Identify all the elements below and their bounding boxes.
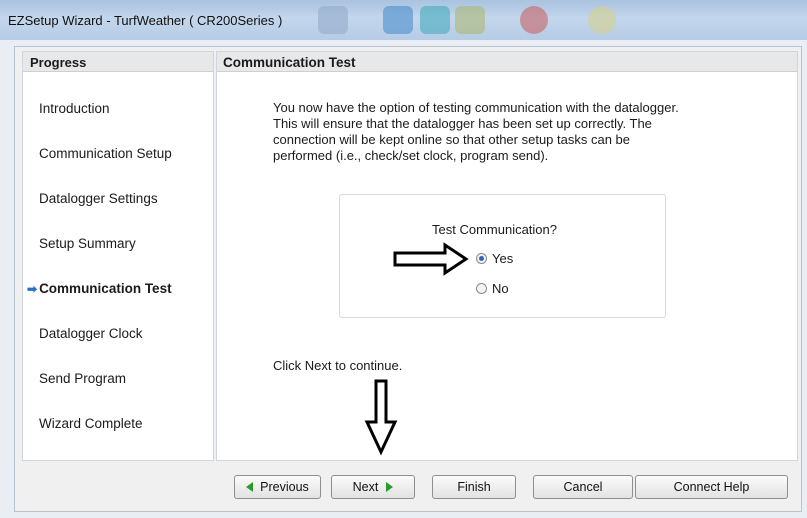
finish-button-label: Finish (457, 480, 491, 494)
cancel-button[interactable]: Cancel (533, 475, 633, 499)
radio-no[interactable]: No (476, 281, 509, 296)
previous-button[interactable]: Previous (234, 475, 321, 499)
step-title: Communication Test (217, 52, 797, 72)
progress-panel: Progress Introduction Communication Setu… (22, 51, 214, 461)
window-title: EZSetup Wizard - TurfWeather ( CR200Seri… (8, 13, 283, 28)
wizard-client-area: Progress Introduction Communication Setu… (14, 46, 802, 512)
test-communication-group: Test Communication? Yes No (339, 194, 666, 318)
previous-arrow-icon (246, 482, 254, 492)
radio-yes-indicator[interactable] (476, 253, 487, 264)
connect-help-button-label: Connect Help (673, 480, 750, 494)
progress-item-label: Communication Test (39, 281, 172, 296)
progress-item-label: Send Program (39, 371, 127, 386)
radio-yes-label: Yes (492, 251, 514, 266)
previous-button-label: Previous (260, 480, 309, 494)
continue-hint: Click Next to continue. (273, 358, 403, 373)
progress-item-label: Wizard Complete (39, 416, 143, 431)
next-button-label: Next (352, 480, 379, 494)
cancel-button-label: Cancel (563, 480, 603, 494)
taskbar-icon-blur (520, 6, 548, 34)
step-description: You now have the option of testing commu… (273, 100, 679, 163)
progress-item-datalogger-settings: Datalogger Settings (39, 191, 158, 206)
progress-item-communication-setup: Communication Setup (39, 146, 172, 161)
wizard-window: EZSetup Wizard - TurfWeather ( CR200Seri… (0, 0, 807, 518)
progress-item-setup-summary: Setup Summary (39, 236, 136, 251)
step-content-panel: Communication Test You now have the opti… (216, 51, 798, 461)
radio-no-indicator[interactable] (476, 283, 487, 294)
progress-item-label: Introduction (39, 101, 110, 116)
next-button[interactable]: Next (331, 475, 415, 499)
taskbar-icon-blur (420, 6, 450, 34)
progress-header: Progress (23, 52, 213, 72)
taskbar-icon-blur (455, 6, 485, 34)
current-step-arrow-icon: ➡ (27, 282, 38, 296)
test-communication-question: Test Communication? (432, 222, 557, 237)
taskbar-icon-blur (318, 6, 348, 34)
taskbar-icon-blur (588, 6, 616, 34)
progress-item-label: Communication Setup (39, 146, 172, 161)
taskbar-icon-blur (383, 6, 413, 34)
connect-help-button[interactable]: Connect Help (635, 475, 788, 499)
progress-item-label: Datalogger Settings (39, 191, 158, 206)
progress-item-wizard-complete: Wizard Complete (39, 416, 143, 431)
title-bar: EZSetup Wizard - TurfWeather ( CR200Seri… (0, 0, 807, 40)
progress-item-label: Setup Summary (39, 236, 136, 251)
progress-item-label: Datalogger Clock (39, 326, 143, 341)
progress-item-communication-test: ➡ Communication Test (27, 281, 172, 296)
radio-no-label: No (492, 281, 509, 296)
radio-yes[interactable]: Yes (476, 251, 513, 266)
progress-item-introduction: Introduction (39, 101, 110, 116)
progress-item-send-program: Send Program (39, 371, 126, 386)
finish-button[interactable]: Finish (432, 475, 516, 499)
progress-item-datalogger-clock: Datalogger Clock (39, 326, 143, 341)
next-arrow-icon (386, 482, 394, 492)
